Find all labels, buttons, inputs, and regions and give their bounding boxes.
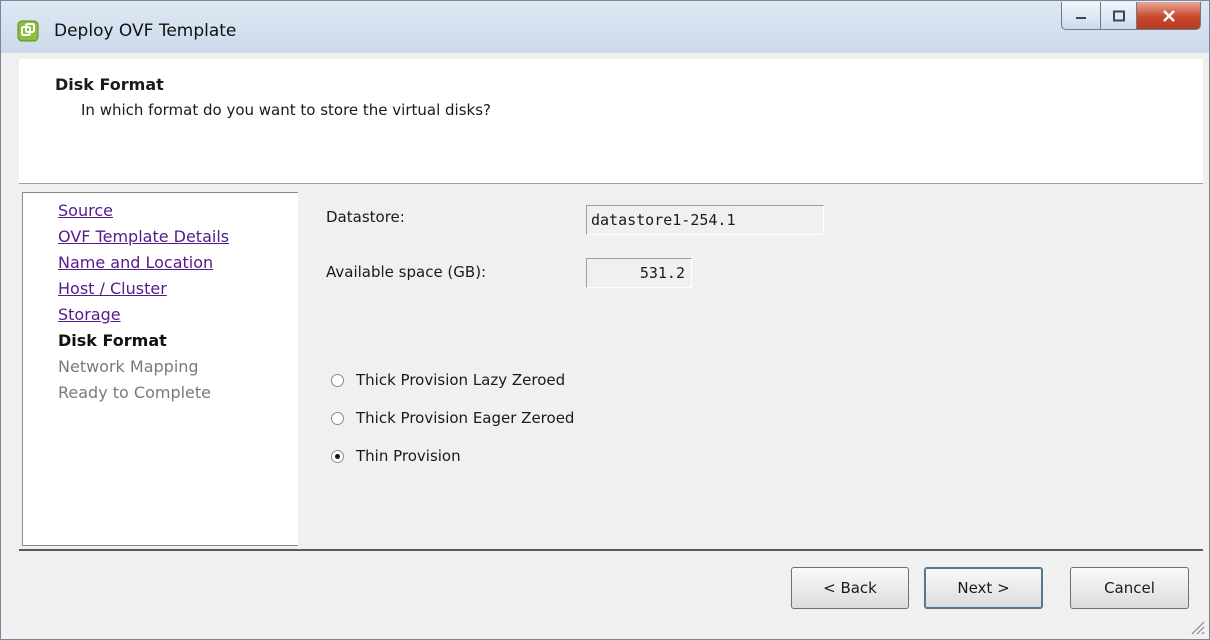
- title-bar: Deploy OVF Template: [1, 1, 1209, 53]
- page-subtitle: In which format do you want to store the…: [81, 101, 492, 119]
- vsphere-icon: [17, 20, 39, 42]
- step-ovf-template-details[interactable]: OVF Template Details: [58, 227, 229, 246]
- step-name-and-location[interactable]: Name and Location: [58, 253, 213, 272]
- back-button[interactable]: < Back: [791, 567, 909, 609]
- minimize-button[interactable]: [1061, 2, 1101, 30]
- available-space-field: 531.2: [586, 258, 692, 288]
- radio-thick-lazy-zeroed[interactable]: [331, 373, 344, 387]
- step-disk-format: Disk Format: [58, 331, 167, 350]
- step-ready-to-complete: Ready to Complete: [58, 383, 212, 402]
- datastore-field: datastore1-254.1: [586, 205, 824, 235]
- option-label: Thin Provision: [356, 447, 461, 465]
- step-network-mapping: Network Mapping: [58, 357, 199, 376]
- option-thick-lazy-zeroed[interactable]: Thick Provision Lazy Zeroed: [331, 369, 565, 391]
- close-icon: [1162, 9, 1175, 22]
- window-title: Deploy OVF Template: [54, 21, 237, 41]
- close-button[interactable]: [1137, 2, 1201, 30]
- radio-thick-eager-zeroed[interactable]: [331, 411, 344, 425]
- option-thick-eager-zeroed[interactable]: Thick Provision Eager Zeroed: [331, 407, 574, 429]
- available-space-label: Available space (GB):: [326, 263, 487, 281]
- wizard-header: Disk Format In which format do you want …: [19, 59, 1203, 184]
- deploy-ovf-window: Deploy OVF Template Disk Format In which…: [0, 0, 1210, 640]
- radio-thin-provision[interactable]: [331, 449, 344, 463]
- cancel-button[interactable]: Cancel: [1070, 567, 1189, 609]
- wizard-steps-nav: Source OVF Template Details Name and Loc…: [22, 192, 298, 546]
- maximize-button[interactable]: [1101, 2, 1137, 30]
- datastore-label: Datastore:: [326, 208, 405, 226]
- next-button[interactable]: Next >: [924, 567, 1043, 609]
- page-title: Disk Format: [55, 75, 164, 94]
- minimize-icon: [1076, 16, 1086, 19]
- maximize-icon: [1112, 10, 1125, 21]
- caption-buttons: [1061, 2, 1201, 32]
- step-source[interactable]: Source: [58, 201, 113, 220]
- footer-separator: [19, 549, 1203, 551]
- step-storage[interactable]: Storage: [58, 305, 121, 324]
- step-host-cluster[interactable]: Host / Cluster: [58, 279, 167, 298]
- resize-grip-icon[interactable]: [1187, 617, 1205, 635]
- option-label: Thick Provision Eager Zeroed: [356, 409, 575, 427]
- option-label: Thick Provision Lazy Zeroed: [356, 371, 566, 389]
- option-thin-provision[interactable]: Thin Provision: [331, 445, 461, 467]
